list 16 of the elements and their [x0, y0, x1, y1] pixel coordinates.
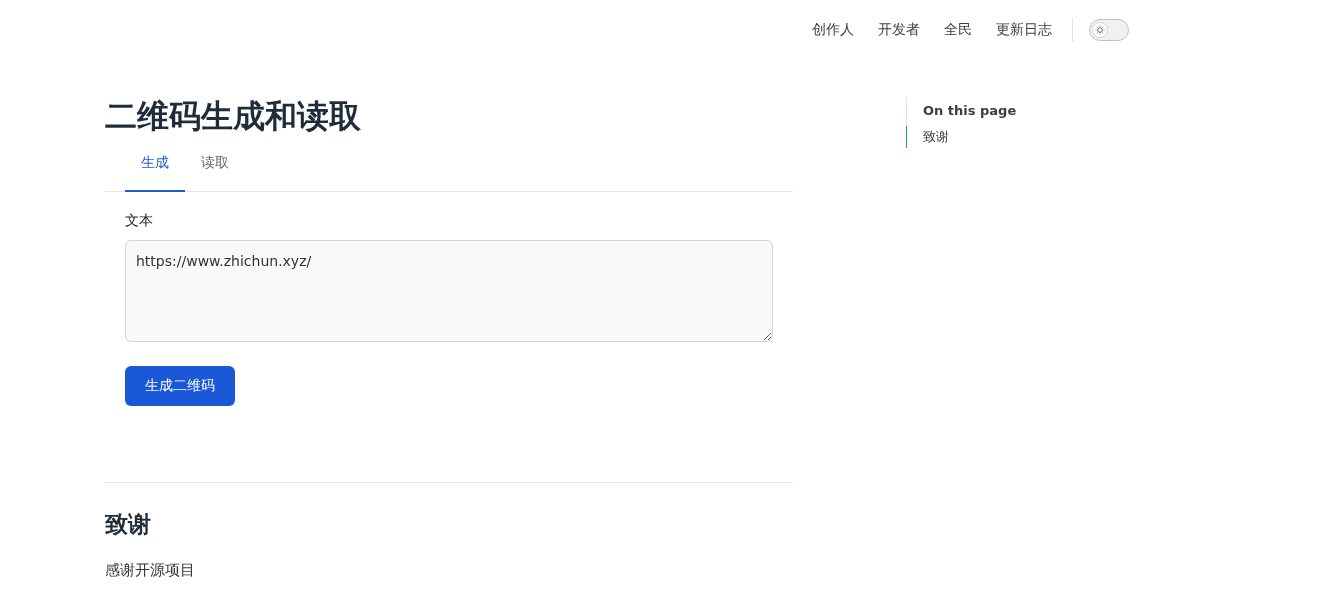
section-heading: 致谢	[105, 510, 152, 539]
generate-button[interactable]: 生成二维码	[125, 366, 235, 406]
page-title: 二维码生成和读取	[105, 96, 362, 136]
toc-link[interactable]: 致谢	[906, 126, 949, 148]
tab[interactable]: 读取	[185, 140, 245, 192]
toc-title: On this page	[906, 97, 1017, 126]
tab[interactable]: 生成	[125, 140, 185, 192]
nav-link[interactable]: 更新日志	[996, 21, 1052, 39]
nav-link[interactable]: 全民	[944, 21, 972, 39]
nav-link[interactable]: 创作人	[812, 21, 854, 39]
theme-toggle[interactable]	[1089, 19, 1129, 41]
sun-icon	[1091, 21, 1109, 39]
field-label: 文本	[125, 212, 154, 230]
section-text: 感谢开源项目	[105, 561, 196, 580]
text-input-field[interactable]: https://www.zhichun.xyz/	[125, 240, 773, 342]
nav-link[interactable]: 开发者	[878, 21, 920, 39]
